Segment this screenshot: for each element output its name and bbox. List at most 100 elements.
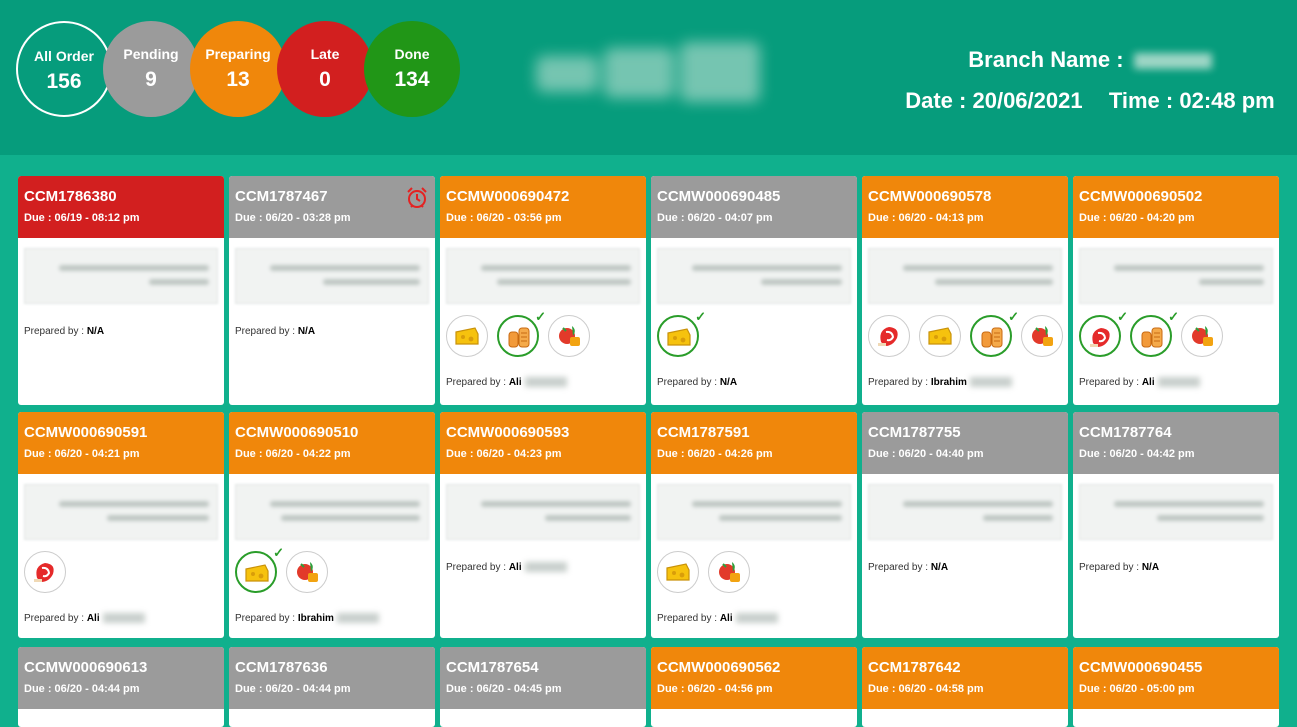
surname-redacted (1157, 377, 1200, 388)
order-due: Due : 06/20 - 04:23 pm (446, 448, 562, 460)
prepared-by-label: Prepared by : (657, 613, 718, 624)
cheese-icon[interactable] (919, 315, 961, 357)
stat-done[interactable]: Done 134 (364, 21, 460, 117)
prepared-by: Prepared by : N/A (657, 377, 737, 388)
order-note-redacted (868, 248, 1062, 304)
bread-icon[interactable]: ✓ (970, 309, 1019, 357)
order-card[interactable]: CCMW000690510 Due : 06/20 - 04:22 pm ✓ Prep… (229, 412, 435, 638)
order-card-header: CCM1786380 Due : 06/19 - 08:12 pm (18, 176, 224, 238)
bread-icon[interactable]: ✓ (497, 309, 546, 357)
stat-value: 156 (46, 70, 82, 93)
order-code: CCM1787755 (868, 424, 961, 441)
order-code: CCM1787654 (446, 659, 539, 676)
vegetables-icon[interactable] (1181, 315, 1223, 357)
order-note-redacted (657, 248, 851, 304)
order-note-redacted (446, 484, 640, 540)
check-icon: ✓ (695, 309, 706, 324)
stat-preparing[interactable]: Preparing 13 (190, 21, 286, 117)
stat-late[interactable]: Late 0 (277, 21, 373, 117)
prepared-by: Prepared by : N/A (235, 326, 315, 337)
stat-label: All Order (34, 48, 94, 64)
order-card[interactable]: CCM1787654 Due : 06/20 - 04:45 pm (440, 647, 646, 727)
order-card[interactable]: CCMW000690578 Due : 06/20 - 04:13 pm ✓ Prep… (862, 176, 1068, 405)
meat-icon[interactable] (24, 551, 66, 593)
prepared-by: Prepared by : N/A (1079, 562, 1159, 573)
order-card[interactable]: CCMW000690613 Due : 06/20 - 04:44 pm (18, 647, 224, 727)
order-due: Due : 06/20 - 03:56 pm (446, 212, 562, 224)
order-card[interactable]: CCM1787764 Due : 06/20 - 04:42 pm Prepared… (1073, 412, 1279, 638)
order-note-redacted (24, 248, 218, 304)
cheese-icon[interactable] (657, 551, 699, 593)
meat-icon[interactable] (868, 315, 910, 357)
order-note-redacted (24, 484, 218, 540)
bread-icon[interactable]: ✓ (1130, 309, 1179, 357)
prepared-by-name: Ibrahim (297, 613, 334, 624)
order-card-header: CCMW000690472 Due : 06/20 - 03:56 pm (440, 176, 646, 238)
stat-pending[interactable]: Pending 9 (103, 21, 199, 117)
order-note-redacted (446, 248, 640, 304)
cheese-icon[interactable]: ✓ (657, 309, 706, 357)
order-card[interactable]: CCMW000690562 Due : 06/20 - 04:56 pm (651, 647, 857, 727)
order-code: CCMW000690455 (1079, 659, 1203, 676)
order-code: CCM1787642 (868, 659, 961, 676)
prepared-by-label: Prepared by : (657, 377, 718, 388)
cheese-icon[interactable]: ✓ (235, 545, 284, 593)
branch-name: Branch Name : (880, 47, 1297, 73)
order-note-redacted (657, 484, 851, 540)
vegetables-icon[interactable] (286, 551, 328, 593)
check-icon: ✓ (273, 545, 284, 560)
vegetables-icon[interactable] (548, 315, 590, 357)
order-card[interactable]: CCM1787755 Due : 06/20 - 04:40 pm Prepared… (862, 412, 1068, 638)
order-card[interactable]: CCMW000690593 Due : 06/20 - 04:23 pm Prepa… (440, 412, 646, 638)
stat-all-orders[interactable]: All Order 156 (16, 21, 112, 117)
cheese-icon[interactable] (446, 315, 488, 357)
prepared-by-label: Prepared by : (24, 326, 85, 337)
order-card[interactable]: CCM1787642 Due : 06/20 - 04:58 pm (862, 647, 1068, 727)
order-card[interactable]: CCMW000690502 Due : 06/20 - 04:20 pm ✓ ✓ Pre… (1073, 176, 1279, 405)
order-card[interactable]: CCM1786380 Due : 06/19 - 08:12 pm Prepared… (18, 176, 224, 405)
order-due: Due : 06/20 - 04:21 pm (24, 448, 140, 460)
order-card[interactable]: CCM1787636 Due : 06/20 - 04:44 pm (229, 647, 435, 727)
time-label: Time : (1108, 88, 1174, 113)
order-due: Due : 06/20 - 04:20 pm (1079, 212, 1195, 224)
time-value: 02:48 pm (1179, 88, 1275, 113)
check-icon: ✓ (535, 309, 546, 324)
order-due: Due : 06/20 - 04:56 pm (657, 683, 773, 695)
order-card[interactable]: CCMW000690485 Due : 06/20 - 04:07 pm ✓ Prep… (651, 176, 857, 405)
prepared-by: Prepared by : N/A (24, 326, 104, 337)
order-card[interactable]: CCM1787467 Due : 06/20 - 03:28 pm Prepared… (229, 176, 435, 405)
date-time: Date : 20/06/2021 Time : 02:48 pm (880, 88, 1297, 114)
order-card-header: CCMW000690502 Due : 06/20 - 04:20 pm (1073, 176, 1279, 238)
meat-icon[interactable]: ✓ (1079, 309, 1128, 357)
prepared-by-label: Prepared by : (868, 377, 929, 388)
order-code: CCM1787764 (1079, 424, 1172, 441)
order-code: CCMW000690593 (446, 424, 570, 441)
stat-label: Late (310, 46, 340, 62)
order-code: CCMW000690578 (868, 188, 992, 205)
order-card[interactable]: CCMW000690591 Due : 06/20 - 04:21 pm Prepa… (18, 412, 224, 638)
check-icon: ✓ (1008, 309, 1019, 324)
order-due: Due : 06/20 - 03:28 pm (235, 212, 351, 224)
vegetables-icon[interactable] (708, 551, 750, 593)
order-card[interactable]: CCM1787591 Due : 06/20 - 04:26 pm Prepared… (651, 412, 857, 638)
order-code: CCMW000690510 (235, 424, 359, 441)
order-card-header: CCMW000690510 Due : 06/20 - 04:22 pm (229, 412, 435, 474)
date-value: 20/06/2021 (972, 88, 1083, 113)
prepared-by-name: N/A (86, 326, 105, 337)
order-card-header: CCM1787642 Due : 06/20 - 04:58 pm (862, 647, 1068, 709)
stat-value: 13 (226, 68, 250, 91)
stat-value: 9 (145, 68, 157, 91)
prepared-by-label: Prepared by : (868, 562, 929, 573)
order-card-header: CCMW000690578 Due : 06/20 - 04:13 pm (862, 176, 1068, 238)
order-card[interactable]: CCMW000690455 Due : 06/20 - 05:00 pm (1073, 647, 1279, 727)
order-card[interactable]: CCMW000690472 Due : 06/20 - 03:56 pm ✓ Prep… (440, 176, 646, 405)
order-card-header: CCM1787764 Due : 06/20 - 04:42 pm (1073, 412, 1279, 474)
order-card-header: CCM1787654 Due : 06/20 - 04:45 pm (440, 647, 646, 709)
prepared-by-name: Ali (719, 613, 733, 624)
order-card-header: CCM1787755 Due : 06/20 - 04:40 pm (862, 412, 1068, 474)
prepared-by-label: Prepared by : (235, 613, 296, 624)
prepared-by-name: Ibrahim (930, 377, 967, 388)
vegetables-icon[interactable] (1021, 315, 1063, 357)
order-note-redacted (868, 484, 1062, 540)
order-due: Due : 06/20 - 04:13 pm (868, 212, 984, 224)
